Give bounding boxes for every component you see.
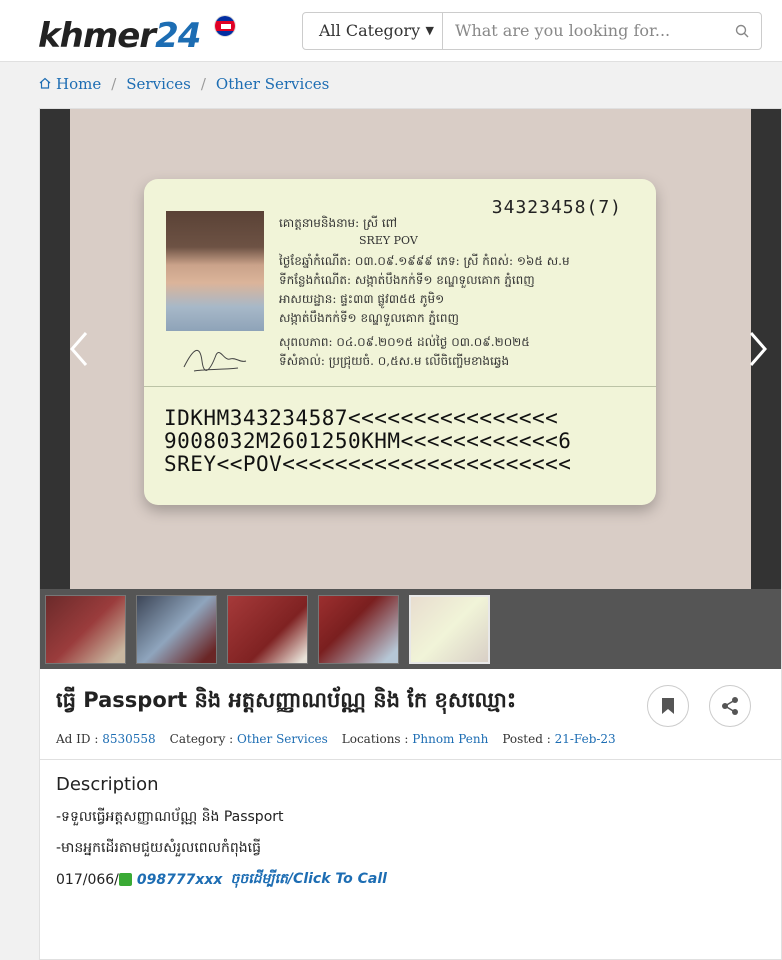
- id-name-en: SREY POV: [359, 234, 418, 247]
- thumbnail-image-active[interactable]: [409, 594, 490, 664]
- bookmark-button[interactable]: [647, 685, 689, 727]
- thumbnail-image[interactable]: [45, 594, 126, 664]
- share-icon: [722, 697, 738, 715]
- id-photo: [166, 211, 264, 331]
- category-select-value: All Category: [319, 21, 421, 40]
- prev-image-arrow-icon[interactable]: [64, 329, 94, 369]
- breadcrumb-services[interactable]: Services: [126, 75, 191, 93]
- click-to-call-link[interactable]: ចុចដើម្បីតេ/Click To Call: [230, 869, 387, 890]
- home-icon: [39, 75, 51, 93]
- id-address: អាសយដ្ឋាន: ផ្ទះ៣៣ ផ្លូវ៣៥៥ ភូមិ១: [279, 292, 445, 306]
- id-divider: [144, 386, 656, 387]
- mrz-line: SREY<<POV<<<<<<<<<<<<<<<<<<<<<<: [164, 452, 572, 476]
- site-logo[interactable]: khmer24: [38, 9, 201, 56]
- image-gallery: 34323458(7) គោត្តនាមនិងនាម: ស្រី ពៅ SREY…: [40, 109, 781, 589]
- search-bar: All Category ▼ What are you looking for.…: [302, 11, 762, 50]
- category-select[interactable]: All Category ▼: [303, 12, 443, 49]
- id-validity: សុពលភាព: ០៤.០៩.២០១៥ ដល់ថ្ងៃ ០៣.០៩.២០២៥: [279, 335, 530, 349]
- posted-label: Posted :: [502, 732, 551, 746]
- top-header: khmer24 All Category ▼ What are you look…: [0, 0, 782, 62]
- category-link[interactable]: Other Services: [237, 732, 328, 746]
- thumbnail-image[interactable]: [227, 594, 308, 664]
- location-link[interactable]: Phnom Penh: [412, 732, 488, 746]
- search-icon[interactable]: [735, 24, 749, 38]
- signature-icon: [180, 341, 250, 379]
- share-button[interactable]: [709, 685, 751, 727]
- mrz-line: 9008032M2601250KHM<<<<<<<<<<<<6: [164, 429, 572, 453]
- id-number: 34323458(7): [491, 197, 622, 218]
- phone-icon: [118, 873, 132, 886]
- id-birthplace: ទីកន្លែងកំណើត: សង្កាត់បឹងកក់ទី១ ខណ្ឌទួលគ…: [279, 273, 535, 287]
- id-marks: ទីសំគាល់: ប្រជ្រុយចំ. ០,៥ស.ម លើចិញ្ចើមខា…: [279, 354, 510, 368]
- next-image-arrow-icon[interactable]: [743, 329, 773, 369]
- location-label: Locations :: [341, 732, 409, 746]
- thumbnail-image[interactable]: [136, 594, 217, 664]
- ad-id-label: Ad ID :: [56, 732, 99, 746]
- breadcrumb-separator: /: [200, 75, 206, 93]
- id-card-image: 34323458(7) គោត្តនាមនិងនាម: ស្រី ពៅ SREY…: [144, 179, 656, 505]
- phone-row: 017/066/ 098777xxx ចុចដើម្បីតេ/Click To …: [56, 869, 765, 890]
- description-line: -ទទួលធ្វើអត្តសញ្ញាណប័ណ្ណ និង Passport: [56, 809, 284, 825]
- search-placeholder: What are you looking for...: [455, 21, 671, 40]
- description-heading: Description: [56, 774, 159, 795]
- id-name-kh: គោត្តនាមនិងនាម: ស្រី ពៅ: [279, 216, 398, 230]
- listing-card: 34323458(7) គោត្តនាមនិងនាម: ស្រី ពៅ SREY…: [39, 108, 782, 960]
- id-dob: ថ្ងៃខែឆ្នាំកំណើត: ០៣.០៩.១៩៩៩ ភេទ: ស្រី ក…: [279, 254, 570, 268]
- logo-number: 24: [155, 15, 201, 56]
- thumbnail-image[interactable]: [318, 594, 399, 664]
- chevron-down-icon: ▼: [425, 24, 434, 37]
- bookmark-icon: [662, 698, 674, 714]
- logo-text: khmer: [38, 15, 156, 56]
- phone-prefix: 017/066/: [56, 871, 119, 888]
- cambodia-flag-icon[interactable]: [214, 14, 237, 37]
- id-address-2: សង្កាត់បឹងកក់ទី១ ខណ្ឌទួលគោក ភ្នំពេញ: [279, 311, 459, 325]
- id-mrz: IDKHM343234587<<<<<<<<<<<<<<<< 9008032M26…: [164, 407, 571, 476]
- ad-id-value: 8530558: [102, 732, 156, 746]
- breadcrumb-home[interactable]: Home: [56, 75, 101, 93]
- breadcrumb-other-services[interactable]: Other Services: [216, 75, 329, 93]
- listing-meta: Ad ID : 8530558 Category : Other Service…: [56, 732, 765, 746]
- search-input[interactable]: What are you looking for...: [443, 13, 761, 49]
- listing-header: ធ្វើ Passport និង អត្តសញ្ញាណប័ណ្ណ និង កែ…: [40, 669, 781, 759]
- phone-number-link[interactable]: 098777xxx: [137, 872, 223, 888]
- description-section: Description -ទទួលធ្វើអត្តសញ្ញាណប័ណ្ណ និង…: [40, 759, 781, 959]
- description-line: -មានអ្នកដើរតាមជួយសំរួលពេលកំពុងធ្វើ: [56, 840, 262, 856]
- thumbnail-strip: [40, 589, 781, 669]
- breadcrumb-separator: /: [111, 75, 117, 93]
- mrz-line: IDKHM343234587<<<<<<<<<<<<<<<<: [164, 406, 559, 430]
- category-label: Category :: [169, 732, 234, 746]
- posted-date: 21-Feb-23: [554, 732, 616, 746]
- breadcrumb: Home / Services / Other Services: [0, 62, 782, 106]
